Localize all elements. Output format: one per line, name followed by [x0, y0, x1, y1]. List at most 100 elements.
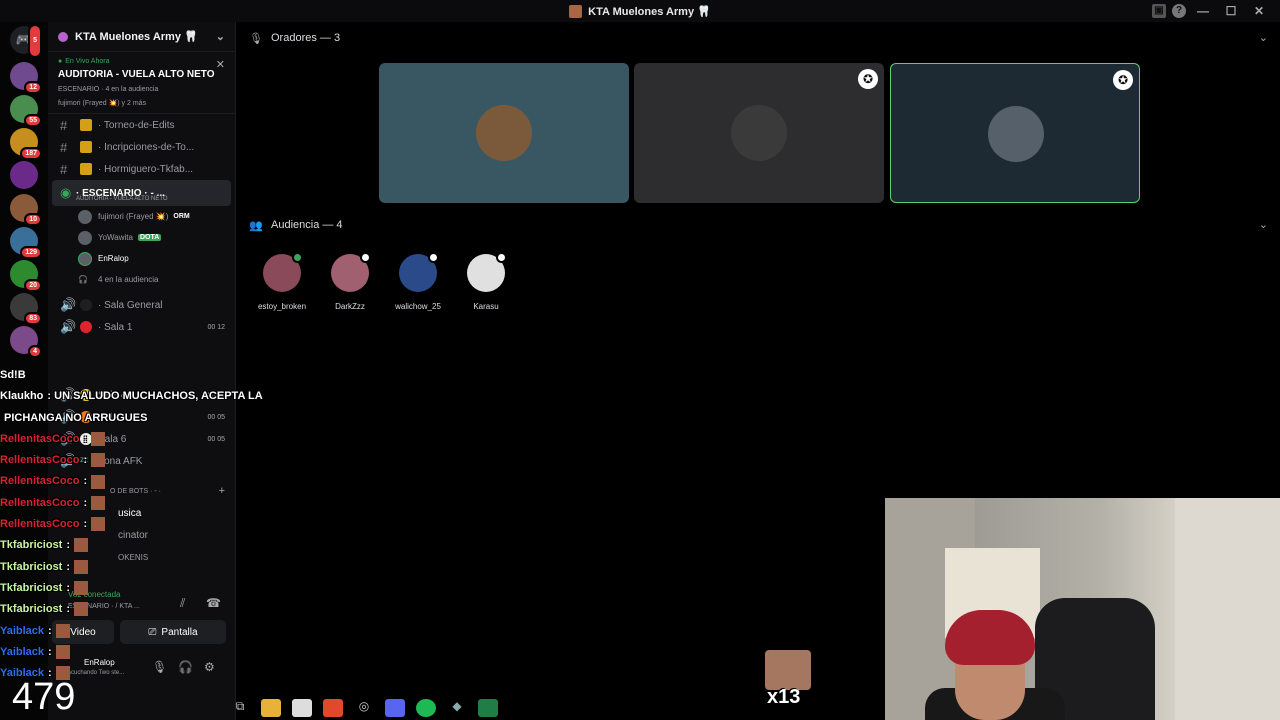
server-icon[interactable]: 187 — [10, 128, 42, 160]
avatar — [78, 251, 92, 266]
taskbar: ⧉ ◎ ◆ — [230, 697, 498, 719]
trophy-icon — [80, 119, 92, 131]
microphone-icon: 🎙 — [249, 32, 263, 45]
server-icon — [569, 4, 583, 18]
avatar — [988, 106, 1044, 162]
chevron-down-icon[interactable]: ⌄ — [1259, 31, 1268, 44]
hash-icon: # — [60, 161, 68, 177]
audience-member[interactable]: walichow_25 — [383, 252, 453, 311]
audience-member[interactable]: estoy_broken — [247, 252, 317, 311]
chat-message: Yaiblack: — [0, 621, 300, 642]
live-stage-card[interactable]: En Vivo Ahora AUDITORIA - VUELA ALTO NET… — [48, 52, 235, 114]
maximize-button[interactable]: ☐ — [1220, 4, 1242, 18]
chat-text: : — [83, 496, 88, 509]
stage-member[interactable]: fujimori (Frayed 💥) ORM — [48, 206, 235, 227]
window-title: KTA Muelones Army 🦷 — [588, 5, 711, 18]
chat-text: PICHANGA NO ARRUGUES — [4, 411, 148, 424]
server-header[interactable]: KTA Muelones Army 🦷 ⌄ — [48, 22, 235, 52]
obs-icon[interactable]: ◎ — [354, 699, 374, 717]
live-meta: ESCENARIO · 4 en la audiencia — [58, 86, 159, 93]
chat-message: Klaukho: UN SALUDO MUCHACHOS, ACEPTA LA — [0, 386, 300, 407]
chat-message: Tkfabriciost: — [0, 578, 300, 599]
chat-message: Yaiblack: — [0, 642, 300, 663]
chat-text: : — [66, 560, 71, 573]
emote-icon — [74, 581, 89, 596]
server-icon[interactable] — [10, 161, 38, 189]
webcam-overlay — [885, 498, 1280, 720]
speakers-header[interactable]: 🎙 Oradores — 3 — [249, 23, 340, 53]
chat-text: : — [83, 454, 88, 467]
text-channel[interactable]: # · Torneo-de-Edits — [48, 114, 235, 136]
text-channel[interactable]: # · Incripciones-de-To... — [48, 136, 235, 158]
avatar — [78, 209, 92, 224]
stage-member[interactable]: EnRalop — [48, 248, 235, 269]
server-icon[interactable]: 20 — [10, 260, 42, 292]
chat-text: : UN SALUDO MUCHACHOS, ACEPTA LA — [47, 390, 263, 403]
voice-channel[interactable]: 🔊 · Sala General — [48, 294, 235, 316]
brave-icon[interactable] — [323, 699, 343, 717]
avatar — [78, 230, 92, 245]
viewer-counter: 479 — [12, 676, 76, 718]
stage-channel[interactable]: ◉ · ESCENARIO · - ... AUDITORIA - VUELA … — [52, 180, 231, 206]
audience-member[interactable]: DarkZzz — [315, 252, 385, 311]
inbox-icon[interactable]: ▣ — [1152, 4, 1166, 18]
server-name: KTA Muelones Army 🦷 — [75, 31, 198, 43]
server-icon[interactable]: 129 — [10, 227, 42, 259]
avatar — [263, 252, 303, 292]
stage-member[interactable]: YoWawita DOTA — [48, 227, 235, 248]
chat-username: Yaiblack — [0, 645, 45, 658]
stage-subtitle: AUDITORIA - VUELA ALTO NETO — [76, 196, 168, 202]
audience-header[interactable]: 👥 Audiencia — 4 — [249, 210, 343, 240]
emote-icon — [91, 495, 106, 510]
chevron-down-icon[interactable]: ⌄ — [216, 30, 225, 43]
chat-username: Yaiblack — [0, 624, 45, 637]
hash-icon: # — [60, 139, 68, 155]
moderator-icon: ✪ — [1113, 70, 1133, 90]
chat-message: Tkfabriciost: — [0, 599, 300, 620]
people-icon: 👥 — [249, 219, 263, 232]
chat-username: Tkfabriciost — [0, 560, 63, 573]
home-button[interactable]: 🎮 5 — [10, 24, 42, 58]
server-icon[interactable]: 55 — [10, 95, 42, 127]
chat-username: RellenitasCoco — [0, 454, 80, 467]
discord-icon[interactable] — [385, 699, 405, 717]
excel-icon[interactable] — [478, 699, 498, 717]
audience-count: 🎧 4 en la audiencia — [78, 275, 159, 284]
avatar — [331, 252, 371, 292]
help-icon[interactable]: ? — [1172, 4, 1186, 18]
store-icon[interactable] — [292, 699, 312, 717]
chat-username: Tkfabriciost — [0, 581, 63, 594]
close-icon[interactable]: ✕ — [216, 58, 225, 71]
chat-message: Tkfabriciost: — [0, 535, 300, 556]
chat-text: : — [48, 645, 52, 658]
headphones-icon: 🎧 — [78, 275, 88, 284]
chat-text: : — [83, 432, 88, 445]
vpn-icon[interactable]: ◆ — [447, 699, 467, 717]
speaker-icon: 🔊 — [60, 319, 77, 334]
server-icon[interactable]: 10 — [10, 194, 42, 226]
spotify-icon[interactable] — [416, 699, 436, 717]
chat-text: : — [66, 603, 71, 616]
speaker-tile[interactable]: ✪ — [890, 63, 1140, 203]
text-channel[interactable]: # · Hormiguero-Tkfab... — [48, 158, 235, 180]
server-icon[interactable]: 4 — [10, 326, 42, 358]
speaker-tile[interactable] — [379, 63, 629, 203]
emote-icon — [91, 453, 106, 468]
minimize-button[interactable]: — — [1192, 4, 1214, 18]
chevron-down-icon[interactable]: ⌄ — [1259, 218, 1268, 231]
chat-username: RellenitasCoco — [0, 432, 80, 445]
task-view-icon[interactable]: ⧉ — [230, 699, 250, 717]
chat-text: : — [66, 539, 71, 552]
server-icon[interactable]: 83 — [10, 293, 42, 325]
emote-icon — [91, 431, 106, 446]
close-button[interactable]: ✕ — [1248, 4, 1270, 18]
voice-channel[interactable]: 🔊 · Sala 1 00 12 — [48, 316, 235, 338]
audience-member[interactable]: Karasu — [451, 252, 521, 311]
avatar — [476, 105, 532, 161]
chat-text: : — [83, 518, 88, 531]
chat-username: RellenitasCoco — [0, 496, 80, 509]
chat-username: RellenitasCoco — [0, 518, 80, 531]
speaker-tile[interactable]: ✪ — [634, 63, 884, 203]
server-icon[interactable]: 12 — [10, 62, 42, 94]
folder-icon[interactable] — [261, 699, 281, 717]
